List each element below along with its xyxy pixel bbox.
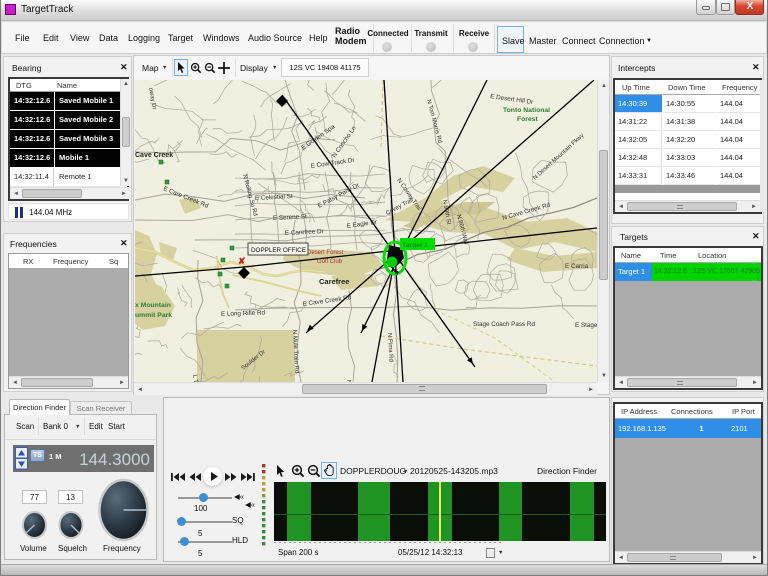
svg-text:Forest: Forest: [517, 116, 539, 123]
svg-text:Cave Creek: Cave Creek: [135, 152, 173, 159]
svg-text:Stage Coach Pass Rd: Stage Coach Pass Rd: [473, 321, 535, 328]
svg-text:E Stageco: E Stageco: [575, 322, 597, 329]
svg-text:Desert Forest: Desert Forest: [307, 250, 344, 256]
svg-text:Target 1: Target 1: [402, 242, 428, 249]
svg-text:✘: ✘: [238, 256, 246, 266]
svg-text:x Mountain: x Mountain: [135, 302, 171, 309]
svg-text:E Carria: E Carria: [565, 263, 589, 270]
svg-text:Tonto National: Tonto National: [503, 107, 550, 114]
svg-text:Carefree: Carefree: [319, 277, 349, 286]
svg-text:Golf Club: Golf Club: [317, 259, 343, 265]
svg-text:ummit Park: ummit Park: [135, 312, 172, 319]
svg-text:DOPPLER OFFICE: DOPPLER OFFICE: [251, 247, 306, 254]
